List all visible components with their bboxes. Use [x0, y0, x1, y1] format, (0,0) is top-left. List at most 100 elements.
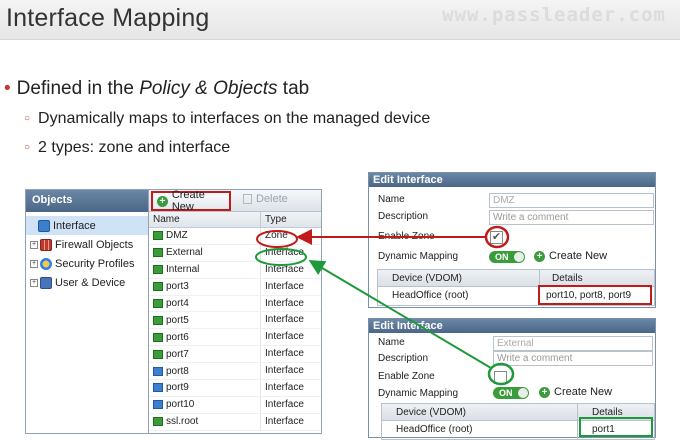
slide-header: Interface Mapping www.passleader.com: [0, 0, 680, 40]
row-name: port10: [166, 399, 195, 411]
checkmark-icon: ✔: [491, 231, 502, 243]
row-type: Interface: [265, 246, 304, 258]
table-row[interactable]: port7 Interface: [149, 346, 321, 364]
highlight-box-zone-details: [538, 285, 652, 305]
dialog-create-new-button[interactable]: + Create New: [539, 386, 612, 398]
bullet-main-suffix: tab: [277, 78, 310, 99]
tree-item-label: Security Profiles: [55, 257, 135, 270]
highlight-box-interface-details: [579, 417, 653, 437]
row-name-cell: port8: [149, 363, 261, 380]
create-new-button[interactable]: + Create New: [151, 189, 231, 213]
table-row[interactable]: DMZ Zone: [149, 228, 321, 245]
name-input[interactable]: DMZ: [489, 193, 654, 208]
column-device: Device (VDOM): [378, 270, 540, 286]
expand-icon[interactable]: +: [30, 259, 38, 268]
row-type: Interface: [265, 263, 304, 275]
row-name: port7: [166, 348, 189, 360]
tree-item-security-profiles[interactable]: + Security Profiles: [26, 254, 149, 273]
table-row[interactable]: External Interface: [149, 244, 321, 262]
row-name: Internal: [166, 264, 200, 276]
row-name-cell: ssl.root: [149, 413, 261, 430]
dialog-create-new-label: Create New: [549, 250, 608, 262]
sub-bullet-2: ○ 2 types: zone and interface: [24, 139, 230, 157]
name-label: Name: [378, 194, 405, 205]
delete-button[interactable]: Delete: [243, 193, 288, 205]
column-type[interactable]: Type: [261, 212, 321, 227]
dialog-title: Edit Interface: [369, 173, 655, 187]
table-row[interactable]: port6 Interface: [149, 329, 321, 347]
tree-item-firewall-objects[interactable]: + Firewall Objects: [26, 235, 149, 254]
row-type: Interface: [265, 398, 304, 410]
sub-bullet-2-text: 2 types: zone and interface: [38, 139, 231, 156]
row-name-cell: port4: [149, 295, 261, 312]
table-row[interactable]: port5 Interface: [149, 312, 321, 330]
table-row[interactable]: ssl.root Interface: [149, 413, 321, 431]
dialog-create-new-button[interactable]: + Create New: [534, 250, 607, 262]
row-name: ssl.root: [166, 416, 199, 428]
row-name-cell: port5: [149, 312, 261, 329]
list-toolbar: + Create New Delete: [149, 189, 321, 213]
ring-bullet-icon: ○: [24, 142, 31, 153]
bullet-main: • Defined in the Policy & Objects tab: [4, 78, 309, 100]
expand-icon[interactable]: +: [30, 240, 38, 249]
row-name-cell: port3: [149, 278, 261, 295]
plus-icon: +: [539, 386, 550, 398]
row-name-cell: port7: [149, 346, 261, 363]
row-type: Interface: [265, 280, 304, 292]
table-row[interactable]: port3 Interface: [149, 278, 321, 296]
dynamic-mapping-toggle[interactable]: ON: [493, 387, 529, 399]
enable-zone-checkbox[interactable]: [494, 371, 507, 384]
table-row[interactable]: port4 Interface: [149, 295, 321, 313]
table-row[interactable]: port10 Interface: [149, 396, 321, 414]
row-name: port8: [166, 365, 189, 377]
port-icon: [153, 366, 163, 376]
table-row[interactable]: Internal Interface: [149, 261, 321, 279]
row-name: port6: [166, 331, 189, 343]
row-name: port9: [166, 382, 189, 394]
name-input[interactable]: External: [493, 336, 653, 351]
dynamic-mapping-toggle[interactable]: ON: [489, 251, 525, 263]
objects-header: Objects: [26, 190, 149, 212]
port-icon: [153, 332, 163, 342]
description-input[interactable]: Write a comment: [489, 210, 654, 225]
row-name: port4: [166, 298, 189, 309]
port-icon: [153, 417, 163, 427]
tree-item-label: Firewall Objects: [55, 238, 134, 251]
port-icon: [153, 400, 163, 410]
row-type: Interface: [265, 314, 304, 326]
port-icon: [153, 315, 163, 325]
table-row[interactable]: port8 Interface: [149, 363, 321, 381]
row-type: Interface: [265, 382, 304, 394]
row-type: Zone: [265, 230, 288, 241]
row-name: port3: [166, 281, 189, 293]
description-input[interactable]: Write a comment: [493, 351, 653, 366]
column-name[interactable]: Name: [149, 212, 261, 227]
sub-bullet-1-text: Dynamically maps to interfaces on the ma…: [38, 110, 431, 127]
interface-list-panel: + Create New Delete Name Type DMZ Zone Ext…: [148, 189, 322, 434]
row-name-cell: DMZ: [149, 228, 261, 244]
row-name: External: [166, 247, 203, 259]
expand-icon[interactable]: +: [30, 278, 38, 287]
row-device: HeadOffice (root): [378, 287, 540, 305]
port-icon: [153, 299, 163, 308]
row-name: DMZ: [166, 230, 188, 242]
sub-bullet-1: ○ Dynamically maps to interfaces on the m…: [24, 110, 430, 128]
bullet-dot-icon: •: [4, 78, 11, 99]
bullet-main-emphasis: Policy & Objects: [139, 78, 278, 99]
ring-bullet-icon: ○: [24, 113, 31, 124]
delete-label: Delete: [256, 193, 288, 205]
trash-icon: [243, 194, 252, 204]
port-icon: [153, 349, 163, 359]
port-icon: [153, 282, 163, 292]
dialog-title: Edit Interface: [369, 319, 655, 333]
tree-item-user-device[interactable]: + User & Device: [26, 273, 149, 292]
port-icon: [153, 265, 163, 275]
enable-zone-checkbox[interactable]: ✔: [490, 231, 503, 244]
row-name-cell: External: [149, 244, 261, 261]
enable-zone-label: Enable Zone: [378, 371, 435, 382]
plus-icon: +: [534, 250, 545, 262]
tree-item-interface[interactable]: Interface: [26, 216, 149, 235]
table-row[interactable]: port9 Interface: [149, 380, 321, 397]
row-name-cell: port10: [149, 396, 261, 413]
objects-panel: Objects Interface + Firewall Objects + S…: [25, 189, 150, 434]
